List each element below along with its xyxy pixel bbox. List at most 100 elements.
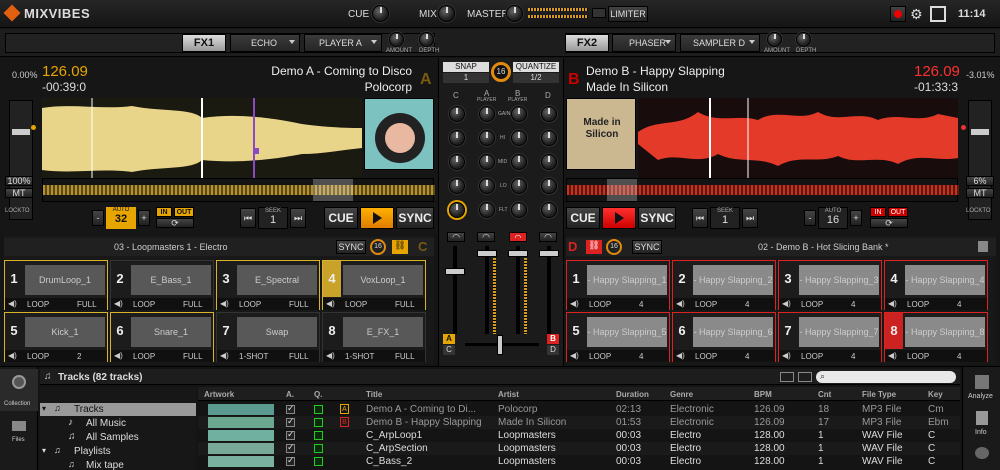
sampler-d-sync-button[interactable]: SYNC bbox=[632, 240, 662, 254]
sampler-pad[interactable]: 5 Kick_1 ◀) LOOP 2 bbox=[4, 312, 108, 362]
pad-length[interactable]: 4 bbox=[957, 352, 961, 361]
row-checkbox[interactable] bbox=[286, 455, 295, 466]
table-row[interactable]: A Demo A - Coming to Di... Polocorp 02:13 El… bbox=[198, 403, 960, 416]
pad-mode[interactable]: 1-SHOT bbox=[345, 352, 374, 361]
b-lo-knob[interactable] bbox=[511, 178, 527, 194]
col-bpm[interactable]: BPM bbox=[754, 390, 772, 399]
pad-mode[interactable]: LOOP bbox=[801, 352, 823, 361]
pad-mode[interactable]: LOOP bbox=[27, 300, 49, 309]
col-queue[interactable]: Q. bbox=[314, 390, 322, 399]
sampler-pad[interactable]: 6 - Happy Slapping_6 ◀) LOOP 4 bbox=[672, 312, 776, 362]
deck-a-auto-loop[interactable]: AUTO 32 bbox=[106, 207, 136, 229]
col-title[interactable]: Title bbox=[366, 390, 382, 399]
deck-b-overview[interactable] bbox=[566, 178, 959, 202]
pad-length[interactable]: FULL bbox=[395, 352, 415, 361]
speaker-icon[interactable]: ◀) bbox=[782, 299, 791, 308]
pad-length[interactable]: FULL bbox=[183, 352, 203, 361]
deck-b-cue-button[interactable]: CUE bbox=[566, 207, 600, 229]
deck-a-loop-plus[interactable]: + bbox=[138, 210, 150, 226]
b-filter-knob[interactable] bbox=[511, 202, 527, 218]
deck-a-pitch-handle[interactable] bbox=[12, 129, 30, 135]
c-headphone-button[interactable]: ◠ bbox=[447, 232, 465, 242]
pad-length[interactable]: 4 bbox=[639, 352, 643, 361]
deck-a-seek-back[interactable]: ⏮ bbox=[240, 208, 256, 228]
col-file-type[interactable]: File Type bbox=[862, 390, 896, 399]
fx1-target-select[interactable]: PLAYER A bbox=[304, 34, 382, 52]
pad-mode[interactable]: LOOP bbox=[239, 300, 261, 309]
speaker-icon[interactable]: ◀) bbox=[8, 351, 17, 360]
table-row[interactable]: B Demo B - Happy Slapping Made In Silicon 0… bbox=[198, 416, 960, 429]
pad-length[interactable]: 2 bbox=[77, 352, 81, 361]
speaker-icon[interactable]: ◀) bbox=[326, 299, 335, 308]
deck-b-loop-out-button[interactable]: OUT bbox=[888, 207, 908, 217]
sampler-c-sync-button[interactable]: SYNC bbox=[336, 240, 366, 254]
deck-b-auto-loop[interactable]: AUTO 16 bbox=[818, 207, 848, 229]
sidebar-item-files[interactable]: Files bbox=[0, 413, 38, 449]
c-hi-knob[interactable] bbox=[449, 130, 465, 146]
a-mid-knob[interactable] bbox=[479, 154, 495, 170]
deck-b-reloop-button[interactable]: ⟳ bbox=[870, 218, 908, 228]
info-button[interactable]: Info bbox=[963, 409, 1000, 439]
col-duration[interactable]: Duration bbox=[616, 390, 649, 399]
row-checkbox[interactable] bbox=[286, 403, 295, 414]
speaker-icon[interactable]: ◀) bbox=[888, 299, 897, 308]
queue-icon[interactable] bbox=[314, 418, 323, 427]
deck-a-waveform[interactable] bbox=[42, 98, 362, 178]
deck-b-pitch-handle[interactable] bbox=[971, 129, 989, 135]
snap-button[interactable]: SNAP bbox=[443, 62, 489, 72]
sampler-pad[interactable]: 1 - Happy Slapping_1 ◀) LOOP 4 bbox=[566, 260, 670, 310]
record-button[interactable] bbox=[890, 6, 906, 22]
c-gain-knob[interactable] bbox=[449, 106, 465, 122]
sampler-pad[interactable]: 6 Snare_1 ◀) LOOP FULL bbox=[110, 312, 214, 362]
d-gain-knob[interactable] bbox=[541, 106, 557, 122]
fx2-target-select[interactable]: SAMPLER D bbox=[680, 34, 760, 52]
pad-mode[interactable]: LOOP bbox=[133, 352, 155, 361]
d-filter-knob[interactable] bbox=[541, 202, 557, 218]
sampler-pad[interactable]: 7 - Happy Slapping_7 ◀) LOOP 4 bbox=[778, 312, 882, 362]
c-lo-knob[interactable] bbox=[449, 178, 465, 194]
sampler-pad[interactable]: 3 - Happy Slapping_3 ◀) LOOP 4 bbox=[778, 260, 882, 310]
speaker-icon[interactable]: ◀) bbox=[114, 351, 123, 360]
sampler-c-link-icon[interactable]: ⛓ bbox=[392, 240, 408, 254]
table-row[interactable]: C_ArpSection Loopmasters 00:03 Electro 128.0… bbox=[198, 442, 960, 455]
speaker-icon[interactable]: ◀) bbox=[220, 299, 229, 308]
a-headphone-button[interactable]: ◠ bbox=[477, 232, 495, 242]
pad-mode[interactable]: LOOP bbox=[345, 300, 367, 309]
tree-item-all-music[interactable]: ♪ All Music bbox=[40, 417, 196, 430]
pad-mode[interactable]: LOOP bbox=[695, 300, 717, 309]
speaker-icon[interactable]: ◀) bbox=[114, 299, 123, 308]
snap-value[interactable]: 1 bbox=[443, 73, 489, 83]
mix-knob[interactable] bbox=[438, 5, 455, 22]
master-knob[interactable] bbox=[506, 5, 523, 22]
fx1-depth-knob[interactable] bbox=[419, 32, 434, 47]
table-row[interactable]: C_Bass_2 Loopmasters 00:03 Electro 128.00 1 WA… bbox=[198, 455, 960, 468]
pad-length[interactable]: 4 bbox=[639, 300, 643, 309]
a-gain-knob[interactable] bbox=[479, 106, 495, 122]
save-icon[interactable] bbox=[978, 241, 988, 252]
d-headphone-button[interactable]: ◠ bbox=[539, 232, 557, 242]
deck-a-play-button[interactable] bbox=[360, 207, 394, 229]
deck-b-seek-back[interactable]: ⏮ bbox=[692, 208, 708, 228]
speaker-icon[interactable]: ◀) bbox=[326, 351, 335, 360]
pad-length[interactable]: FULL bbox=[395, 300, 415, 309]
col-key[interactable]: Key bbox=[928, 390, 943, 399]
cue-knob[interactable] bbox=[372, 5, 389, 22]
b-gain-knob[interactable] bbox=[511, 106, 527, 122]
deck-b-key-select[interactable]: 6% bbox=[966, 176, 994, 186]
pad-mode[interactable]: LOOP bbox=[589, 300, 611, 309]
sampler-pad[interactable]: 8- Happy Slapping_8 ◀) LOOP 4 bbox=[884, 312, 988, 362]
b-headphone-button[interactable]: ◠ bbox=[509, 232, 527, 242]
sampler-pad[interactable]: 2 - Happy Slapping_2 ◀) LOOP 4 bbox=[672, 260, 776, 310]
sampler-pad[interactable]: 3 E_Spectral ◀) LOOP FULL bbox=[216, 260, 320, 310]
deck-a-loop-in-button[interactable]: IN bbox=[156, 207, 172, 217]
deck-b-play-button[interactable] bbox=[602, 207, 636, 229]
pad-length[interactable]: 4 bbox=[851, 300, 855, 309]
view-list-icon[interactable] bbox=[780, 372, 794, 382]
row-checkbox[interactable] bbox=[286, 416, 295, 427]
deck-b-overview-window[interactable] bbox=[607, 179, 637, 201]
fx1-effect-select[interactable]: ECHO bbox=[230, 34, 300, 52]
fullscreen-icon[interactable] bbox=[930, 6, 946, 22]
deck-b-mt-button[interactable]: MT bbox=[966, 188, 994, 198]
a-hi-knob[interactable] bbox=[479, 130, 495, 146]
fx2-amount-knob[interactable] bbox=[767, 32, 782, 47]
